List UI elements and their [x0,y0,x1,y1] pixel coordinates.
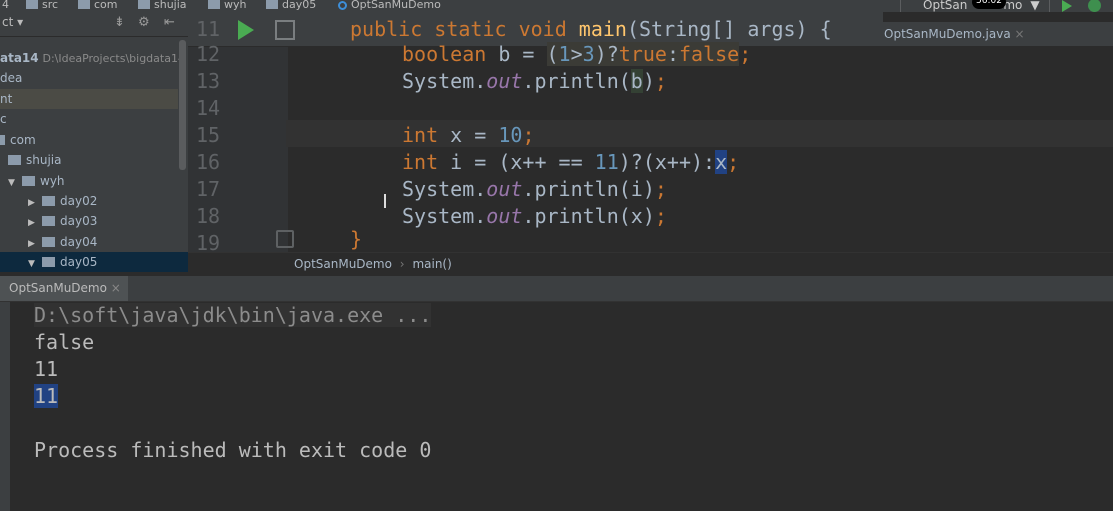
code-line-15: int x = 10; [402,123,535,147]
line-number: 18 [196,204,221,228]
code-line-17: System.out.println(i); [402,177,667,201]
code-line-18: System.out.println(x); [402,204,667,228]
folder-icon [42,237,55,247]
tree-item-out[interactable]: nt [0,89,178,109]
collapse-arrow-icon[interactable]: ▶ [28,213,42,233]
class-icon [338,1,347,10]
tree-item-day03[interactable]: ▶ day03 [28,211,188,231]
console-line: 11 [34,357,59,381]
recording-timer: 56:02 [972,0,1006,9]
nav-crumb-shujia[interactable]: shujia [138,0,187,11]
folder-icon [138,0,150,9]
collapse-arrow-icon[interactable]: ▶ [28,234,42,254]
line-number: 14 [196,96,221,120]
folder-icon [42,216,55,226]
nav-crumb-src[interactable]: src [26,0,58,11]
editor-breadcrumbs: OptSanMuDemo › main() [188,252,1113,275]
console-line: D:\soft\java\jdk\bin\java.exe ... [34,303,432,327]
nav-crumb-day05[interactable]: day05 [266,0,316,11]
dropdown-arrow-icon: ▼ [1030,0,1040,12]
nav-crumb-root[interactable]: 4 [2,0,9,11]
tree-item-com[interactable]: com [0,130,188,150]
breadcrumb-method[interactable]: main() [412,257,451,271]
nav-crumb-com[interactable]: com [78,0,118,11]
folder-icon [208,0,220,9]
editor-tab-optsanmudemo[interactable]: OptSanMuDemo.java × [878,22,1113,46]
console-line: Process finished with exit code 0 [34,438,432,462]
tree-item-shujia[interactable]: shujia [8,150,188,170]
code-line-16: int i = (x++ == 11)?(x++):x; [402,150,740,174]
code-line-13: System.out.println(b); [402,69,667,93]
project-scrollbar[interactable] [179,40,186,170]
folder-icon [22,176,35,186]
project-view-selector[interactable]: ct ▾ [2,15,23,29]
collapse-icon[interactable]: ⇟ [114,15,125,30]
folder-icon [8,155,21,165]
folder-icon [266,0,278,9]
line-number: 12 [196,42,221,66]
hide-icon[interactable]: ⇤ [164,15,175,30]
code-line-19: } [350,227,363,251]
folder-icon [42,257,55,267]
tree-item-src[interactable]: c [0,109,188,129]
tree-item-idea[interactable]: dea [0,68,188,88]
tree-item-day04[interactable]: ▶ day04 [28,232,188,252]
tree-item-root[interactable]: ata14 D:\IdeaProjects\bigdata14 [0,48,188,68]
close-tab-icon[interactable]: × [111,281,121,295]
close-tab-icon[interactable]: × [1015,27,1025,41]
line-number: 17 [196,177,221,201]
tree-item-day02[interactable]: ▶ day02 [28,191,188,211]
fold-icon[interactable] [275,20,295,40]
line-number: 15 [196,123,221,147]
breadcrumb-class[interactable]: OptSanMuDemo [294,257,392,271]
folder-icon [42,196,55,206]
run-tool-window-tabs [0,276,1113,302]
folder-icon [26,0,38,9]
code-line-11: public static void main(String[] args) { [350,17,832,41]
tree-item-wyh[interactable]: ▼ wyh [8,171,188,191]
tree-item-day05[interactable]: ▼ day05 [0,252,188,272]
line-number: 11 [196,17,221,41]
code-line-12: boolean b = (1>3)?true:false; [402,42,752,66]
expand-arrow-icon[interactable]: ▼ [28,254,42,274]
run-tab-optsanmudemo[interactable]: OptSanMuDemo × [0,276,128,301]
project-toolbar: ct ▾ ⇟ ⚙ ⇤ [0,12,188,37]
line-number: 13 [196,69,221,93]
mouse-cursor [384,194,386,208]
console-output[interactable] [10,302,1113,511]
run-icon[interactable] [1062,0,1072,12]
folder-icon [0,135,5,145]
collapse-arrow-icon[interactable]: ▶ [28,193,42,213]
console-line: 11 [34,384,59,408]
console-line: false [34,330,95,354]
run-toolbar [0,302,10,511]
fold-end-icon[interactable] [276,230,294,248]
nav-crumb-wyh[interactable]: wyh [208,0,246,11]
expand-arrow-icon[interactable]: ▼ [8,173,22,193]
line-number: 16 [196,150,221,174]
dropdown-arrow-icon: ▾ [17,15,24,29]
folder-icon [78,0,90,9]
nav-crumb-class[interactable]: OptSanMuDemo [338,0,441,11]
run-gutter-icon[interactable] [238,20,254,40]
gear-icon[interactable]: ⚙ [138,15,150,30]
